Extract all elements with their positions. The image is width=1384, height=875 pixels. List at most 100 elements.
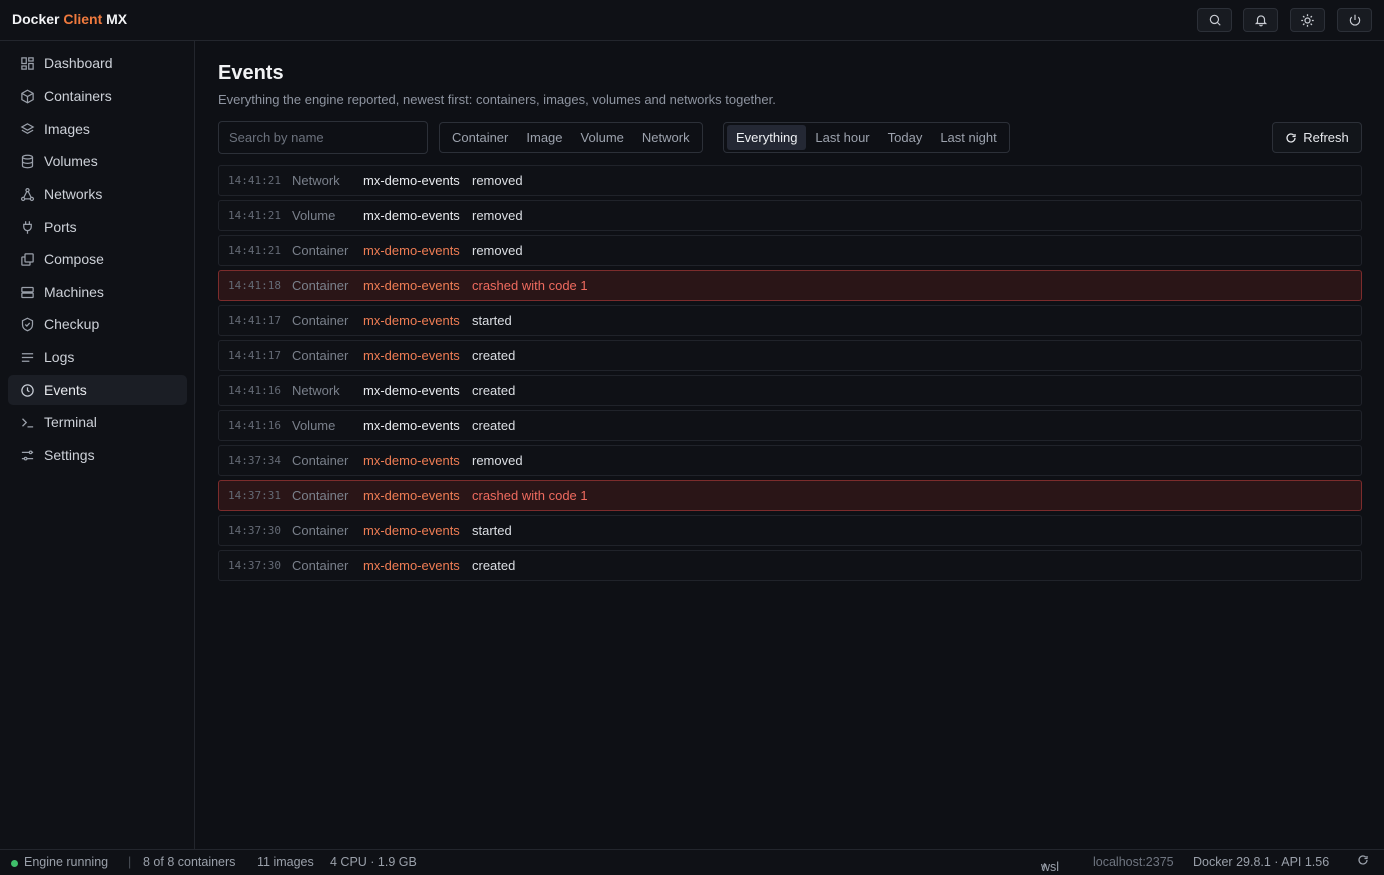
sidebar-item-checkup[interactable]: Checkup — [8, 309, 187, 339]
event-row[interactable]: 14:37:31 Container mx-demo-events crashed w… — [218, 480, 1362, 511]
sliders-icon — [18, 446, 36, 464]
filter-last-hour[interactable]: Last hour — [806, 125, 878, 150]
app-brand: Docker Client MX — [12, 11, 127, 27]
filter-everything[interactable]: Everything — [727, 125, 807, 150]
event-action: crashed with code 1 — [472, 488, 588, 503]
search-input[interactable] — [218, 121, 428, 154]
status-bar: Engine running | 8 of 8 containers 11 im… — [0, 849, 1384, 875]
type-filter-group: Container Image Volume Network — [439, 122, 703, 153]
event-kind: Container — [292, 453, 349, 468]
event-action: created — [472, 348, 516, 363]
sidebar-item-label: Containers — [44, 88, 112, 104]
filter-network[interactable]: Network — [633, 125, 699, 150]
docker-version: Docker 29.8.1 · API 1.56 — [1193, 855, 1330, 869]
event-time: 14:41:21 — [228, 209, 281, 222]
reconnect-icon[interactable] — [1357, 854, 1369, 866]
sidebar-item-label: Checkup — [44, 316, 100, 332]
sidebar-item-images[interactable]: Images — [8, 114, 187, 144]
sidebar-item-dashboard[interactable]: Dashboard — [8, 48, 187, 78]
event-object-name[interactable]: mx-demo-events — [363, 173, 460, 188]
page-title: Events — [218, 62, 284, 84]
sidebar-item-networks[interactable]: Networks — [8, 179, 187, 209]
event-object-name[interactable]: mx-demo-events — [363, 453, 460, 468]
lines-icon — [18, 348, 36, 366]
sun-icon — [1300, 13, 1315, 28]
event-kind: Network — [292, 383, 340, 398]
event-action: removed — [472, 173, 523, 188]
event-time: 14:41:18 — [228, 279, 281, 292]
shield-check-icon — [18, 315, 36, 333]
bell-icon — [1254, 13, 1268, 27]
filter-volume[interactable]: Volume — [572, 125, 633, 150]
status-divider: | — [128, 855, 132, 869]
server-icon — [18, 283, 36, 301]
event-row[interactable]: 14:41:16 Volume mx-demo-events created — [218, 410, 1362, 441]
sidebar-item-logs[interactable]: Logs — [8, 342, 187, 372]
event-row[interactable]: 14:41:21 Volume mx-demo-events removed — [218, 200, 1362, 231]
layers-icon — [18, 120, 36, 138]
event-row[interactable]: 14:37:34 Container mx-demo-events removed — [218, 445, 1362, 476]
notifications-button[interactable] — [1243, 8, 1278, 32]
event-action: removed — [472, 453, 523, 468]
event-row[interactable]: 14:41:17 Container mx-demo-events started — [218, 305, 1362, 336]
top-bar: Docker Client MX — [0, 0, 1384, 41]
chevron-up-icon: ˄ — [1041, 860, 1049, 874]
event-object-name[interactable]: mx-demo-events — [363, 243, 460, 258]
event-time: 14:41:17 — [228, 314, 281, 327]
event-object-name[interactable]: mx-demo-events — [363, 208, 460, 223]
event-time: 14:41:21 — [228, 174, 281, 187]
cube-icon — [18, 87, 36, 105]
event-row[interactable]: 14:41:21 Container mx-demo-events removed — [218, 235, 1362, 266]
power-button[interactable] — [1337, 8, 1372, 32]
event-kind: Volume — [292, 418, 336, 433]
sidebar-item-label: Images — [44, 121, 90, 137]
brand-docker: Docker — [12, 11, 60, 27]
event-object-name[interactable]: mx-demo-events — [363, 418, 460, 433]
filter-container[interactable]: Container — [443, 125, 517, 150]
clock-icon — [18, 381, 36, 399]
event-object-name[interactable]: mx-demo-events — [363, 523, 460, 538]
event-row[interactable]: 14:41:21 Network mx-demo-events removed — [218, 165, 1362, 196]
event-kind: Container — [292, 348, 349, 363]
event-object-name[interactable]: mx-demo-events — [363, 383, 460, 398]
sidebar-item-compose[interactable]: Compose — [8, 244, 187, 274]
event-object-name[interactable]: mx-demo-events — [363, 558, 460, 573]
power-icon — [1348, 13, 1362, 27]
event-row[interactable]: 14:41:16 Network mx-demo-events created — [218, 375, 1362, 406]
event-object-name[interactable]: mx-demo-events — [363, 488, 460, 503]
sidebar-item-events[interactable]: Events — [8, 375, 187, 405]
event-kind: Container — [292, 558, 349, 573]
event-object-name[interactable]: mx-demo-events — [363, 278, 460, 293]
event-object-name[interactable]: mx-demo-events — [363, 313, 460, 328]
theme-toggle-button[interactable] — [1290, 8, 1325, 32]
filter-image[interactable]: Image — [517, 125, 571, 150]
event-kind: Volume — [292, 208, 336, 223]
sidebar-item-settings[interactable]: Settings — [8, 440, 187, 470]
brand-client: Client — [63, 11, 103, 27]
sidebar-item-volumes[interactable]: Volumes — [8, 146, 187, 176]
event-time: 14:41:17 — [228, 349, 281, 362]
event-action: started — [472, 313, 512, 328]
event-row[interactable]: 14:41:17 Container mx-demo-events created — [218, 340, 1362, 371]
event-row[interactable]: 14:41:18 Container mx-demo-events crashed w… — [218, 270, 1362, 301]
refresh-button[interactable]: Refresh — [1272, 122, 1362, 153]
event-kind: Network — [292, 173, 340, 188]
event-row[interactable]: 14:37:30 Container mx-demo-events started — [218, 515, 1362, 546]
sidebar-item-containers[interactable]: Containers — [8, 81, 187, 111]
search-button[interactable] — [1197, 8, 1232, 32]
event-time: 14:41:21 — [228, 244, 281, 257]
event-action: removed — [472, 208, 523, 223]
sidebar-item-label: Machines — [44, 284, 104, 300]
event-action: created — [472, 558, 516, 573]
filter-today[interactable]: Today — [879, 125, 932, 150]
filter-last-night[interactable]: Last night — [931, 125, 1005, 150]
event-row[interactable]: 14:37:30 Container mx-demo-events created — [218, 550, 1362, 581]
sidebar-item-machines[interactable]: Machines — [8, 277, 187, 307]
sidebar-item-label: Events — [44, 382, 87, 398]
compose-icon — [18, 250, 36, 268]
sidebar-item-ports[interactable]: Ports — [8, 212, 187, 242]
sidebar-item-terminal[interactable]: Terminal — [8, 407, 187, 437]
event-time: 14:37:30 — [228, 559, 281, 572]
event-action: crashed with code 1 — [472, 278, 588, 293]
event-object-name[interactable]: mx-demo-events — [363, 348, 460, 363]
